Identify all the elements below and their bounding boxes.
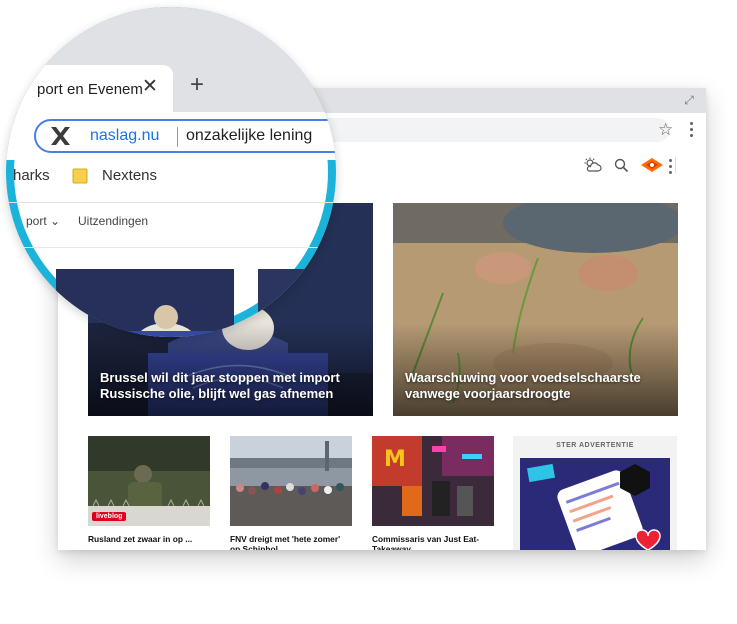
hero-article-right[interactable]: Waarschuwing voor voedselschaarste vanwe… bbox=[393, 203, 678, 416]
card-image-airport bbox=[230, 436, 352, 526]
weather-icon[interactable] bbox=[584, 157, 602, 173]
news-card[interactable]: M Commissaris van Just Eat-Takeaway... bbox=[372, 436, 494, 550]
liveblog-badge: liveblog bbox=[92, 512, 127, 521]
ad-image bbox=[520, 458, 670, 550]
omnibox-separator bbox=[177, 127, 178, 147]
tab-title[interactable]: port en Evenem bbox=[37, 81, 143, 98]
omnibox-domain[interactable]: naslag.nu bbox=[90, 127, 159, 145]
zoom-magnifier: port en Evenem ✕ + naslag.nu onzakelijke… bbox=[6, 7, 336, 337]
maximize-icon[interactable]: ⤢ bbox=[682, 93, 696, 107]
ster-advertisement[interactable]: STER ADVERTENTIE bbox=[513, 436, 677, 550]
zoomed-hero-image-secondary bbox=[258, 269, 336, 337]
zoomed-hero-image bbox=[56, 269, 234, 337]
site-nav-item[interactable]: port ⌄ bbox=[26, 214, 60, 228]
new-tab-icon[interactable]: + bbox=[190, 73, 204, 97]
card-title[interactable]: Commissaris van Just Eat-Takeaway... bbox=[372, 534, 494, 550]
header-divider bbox=[675, 157, 676, 173]
bookmark-item[interactable]: harks bbox=[13, 167, 50, 184]
news-card[interactable]: liveblog Rusland zet zwaar in op ... bbox=[88, 436, 210, 544]
card-image-street: M bbox=[372, 436, 494, 526]
zoomed-bookmarks-bar bbox=[6, 160, 336, 203]
svg-text:M: M bbox=[384, 447, 406, 472]
site-menu-icon[interactable] bbox=[669, 159, 672, 177]
card-image-soldiers: liveblog bbox=[88, 436, 210, 526]
hero-right-headline[interactable]: Waarschuwing voor voedselschaarste vanwe… bbox=[405, 370, 666, 402]
browser-menu-icon[interactable] bbox=[690, 122, 694, 140]
news-card[interactable]: FNV dreigt met 'hete zomer' op Schiphol.… bbox=[230, 436, 352, 550]
naslag-x-icon bbox=[51, 127, 70, 145]
search-icon[interactable] bbox=[614, 158, 629, 173]
npo-logo-icon[interactable] bbox=[641, 158, 663, 172]
bookmark-item[interactable]: Nextens bbox=[102, 167, 157, 184]
ad-label: STER ADVERTENTIE bbox=[556, 442, 634, 449]
hero-left-headline[interactable]: Brussel wil dit jaar stoppen met import … bbox=[100, 370, 361, 402]
card-title[interactable]: FNV dreigt met 'hete zomer' op Schiphol.… bbox=[230, 534, 352, 550]
bookmark-star-icon[interactable]: ☆ bbox=[658, 120, 673, 140]
card-title[interactable]: Rusland zet zwaar in op ... bbox=[88, 534, 210, 544]
folder-icon bbox=[72, 168, 88, 184]
site-nav-item[interactable]: Uitzendingen bbox=[78, 214, 148, 228]
tab-close-icon[interactable]: ✕ bbox=[142, 77, 158, 97]
omnibox-query[interactable]: onzakelijke lening bbox=[186, 127, 312, 145]
screenshot-root: ⤢ ☆ Brussel wil dit jaar stoppen met imp… bbox=[0, 0, 737, 624]
site-header-icons bbox=[584, 155, 676, 175]
